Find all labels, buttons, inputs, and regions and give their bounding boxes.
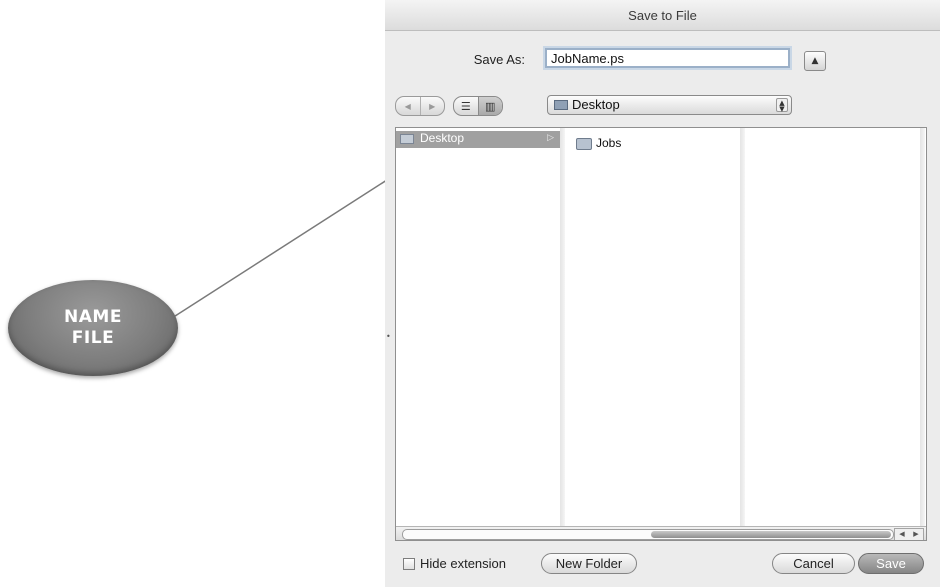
- expand-dialog-button[interactable]: ▲: [804, 51, 826, 71]
- location-popup[interactable]: Desktop ▲ ▼: [547, 95, 792, 115]
- sheet-edge-marker: •: [386, 332, 391, 341]
- scrollbar-track[interactable]: [402, 529, 894, 540]
- column-item-label: Desktop: [420, 131, 465, 145]
- column-divider[interactable]: [740, 128, 745, 526]
- location-label: Desktop: [572, 97, 620, 112]
- cancel-button[interactable]: Cancel: [772, 553, 855, 574]
- list-view-button[interactable]: ☰: [454, 97, 478, 115]
- scroll-arrows: ◀ ▶: [894, 528, 924, 540]
- back-arrow-icon: ◀: [404, 101, 411, 111]
- disclosure-triangle-icon: ▲: [811, 56, 819, 66]
- column-view-icon: ▥: [485, 99, 496, 113]
- browser-toolbar: ◀ ▶ ☰ ▥ Desktop ▲ ▼: [385, 94, 940, 118]
- save-dialog: Save to File Save As: ▲ ◀ ▶ ☰ ▥ Desktop …: [385, 0, 940, 587]
- forward-button[interactable]: ▶: [419, 97, 445, 115]
- scrollbar-thumb[interactable]: [651, 531, 891, 538]
- popup-arrows-icon: ▲ ▼: [776, 98, 788, 113]
- dialog-titlebar: Save to File: [385, 0, 940, 31]
- column-item-label: Jobs: [596, 136, 622, 150]
- column-divider[interactable]: [560, 128, 565, 526]
- dialog-bottom-bar: Hide extension New Folder Cancel Save: [385, 552, 940, 578]
- desktop-icon: [554, 100, 568, 110]
- column-view-button[interactable]: ▥: [477, 97, 502, 115]
- dialog-title: Save to File: [628, 7, 697, 23]
- callout-bubble: NAME FILE: [8, 280, 178, 376]
- hide-extension-checkbox[interactable]: [403, 557, 415, 570]
- column-divider[interactable]: [920, 128, 925, 526]
- new-folder-button[interactable]: New Folder: [541, 553, 637, 574]
- column-browser: Desktop ▷ Jobs ◀ ▶: [395, 127, 927, 541]
- history-nav-group: ◀ ▶: [395, 96, 445, 116]
- callout-text: NAME FILE: [64, 307, 122, 348]
- horizontal-scrollbar[interactable]: ◀ ▶: [396, 526, 926, 540]
- browser-column-1: Desktop ▷: [396, 128, 561, 526]
- browser-column-2: Jobs: [566, 128, 741, 526]
- hide-extension-control[interactable]: Hide extension: [403, 556, 506, 571]
- desktop-icon: [400, 134, 414, 144]
- save-button[interactable]: Save: [858, 553, 924, 574]
- disclosure-arrow-icon: ▷: [547, 133, 554, 143]
- back-button[interactable]: ◀: [396, 97, 420, 115]
- view-mode-group: ☰ ▥: [453, 96, 503, 116]
- browser-column-3: [746, 128, 921, 526]
- scroll-left-icon[interactable]: ◀: [895, 529, 909, 540]
- scroll-right-icon[interactable]: ▶: [909, 529, 923, 540]
- folder-icon: [576, 138, 592, 150]
- hide-extension-label: Hide extension: [420, 556, 506, 571]
- save-as-label: Save As:: [473, 52, 525, 67]
- column-item-desktop[interactable]: Desktop ▷: [396, 131, 560, 148]
- save-as-row: Save As: ▲: [385, 46, 940, 76]
- forward-arrow-icon: ▶: [429, 101, 436, 111]
- filename-input[interactable]: [545, 48, 790, 68]
- list-view-icon: ☰: [460, 99, 471, 113]
